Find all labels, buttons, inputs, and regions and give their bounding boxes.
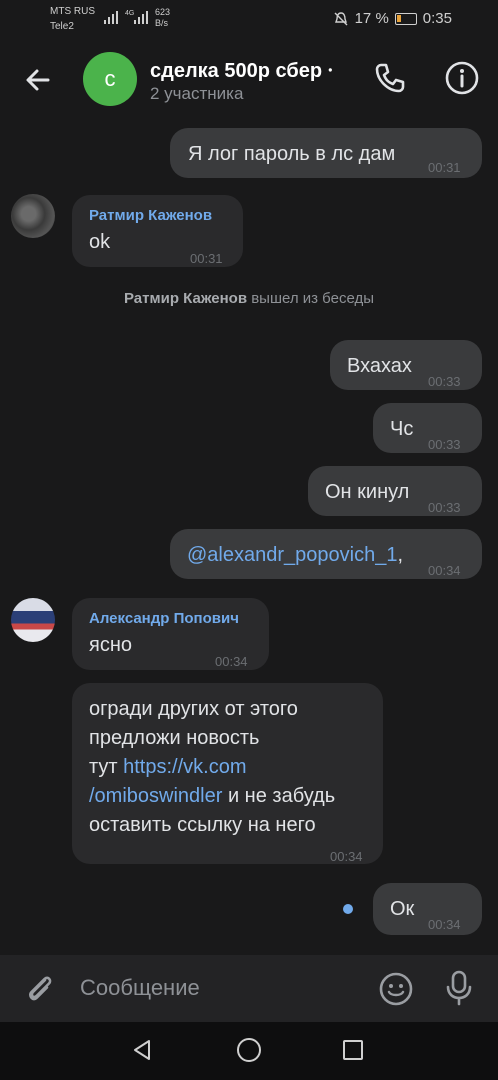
operator-2: Tele2 <box>50 21 74 32</box>
network-speed: 623 B/s <box>155 7 170 29</box>
mention-suffix: , <box>397 544 404 566</box>
message-bubble-incoming[interactable]: Ратмир Каженов ok 00:31 <box>72 195 243 267</box>
message-line: тут https://vk.com <box>89 753 335 782</box>
vk-link-path[interactable]: /omiboswindler <box>89 785 222 807</box>
message-time: 00:33 <box>428 437 461 452</box>
message-text: @alexandr_popovich_1, <box>187 541 403 570</box>
battery-percent: 17 % <box>354 10 389 27</box>
signal-icon <box>104 10 118 24</box>
message-bubble-outgoing[interactable]: Чс 00:33 <box>373 403 482 453</box>
network-type: 4G <box>125 10 135 17</box>
message-bubble-outgoing[interactable]: @alexandr_popovich_1, 00:34 <box>170 529 482 579</box>
status-right: 17 % 0:35 <box>333 10 452 27</box>
mute-icon <box>334 11 348 25</box>
message-text: ok <box>89 231 111 253</box>
message-bubble-incoming[interactable]: Александр Попович ясно 00:34 <box>72 598 269 670</box>
message-line: предложи новость <box>89 727 260 749</box>
message-bubble-outgoing[interactable]: Я лог пароль в лс дам 00:31 <box>170 128 482 178</box>
message-time: 00:33 <box>428 500 461 515</box>
message-time: 00:31 <box>190 251 223 266</box>
nav-back-icon[interactable] <box>130 1038 154 1062</box>
sender-name[interactable]: Ратмир Каженов <box>89 206 212 226</box>
message-text: ясно <box>89 634 132 656</box>
message-text: Вхахах <box>347 355 412 377</box>
operator-1: MTS RUS <box>50 6 95 17</box>
message-text: огради других от этого предложи новость … <box>89 695 335 840</box>
system-nav-bar <box>0 1022 498 1080</box>
message-bubble-outgoing[interactable]: Ок 00:34 <box>373 883 482 935</box>
message-time: 00:34 <box>330 849 363 864</box>
message-text: Чс <box>390 418 414 440</box>
vk-link[interactable]: https://vk.com <box>123 756 246 778</box>
mention-link[interactable]: @alexandr_popovich_1 <box>187 544 397 566</box>
speed-value: 623 <box>155 7 171 17</box>
message-time: 00:34 <box>428 917 461 932</box>
battery-icon <box>394 12 417 25</box>
message-bubble-outgoing[interactable]: Вхахах 00:33 <box>330 340 482 390</box>
nav-home-icon[interactable] <box>237 1038 261 1062</box>
clock: 0:35 <box>422 10 452 27</box>
chat-title[interactable]: сделка 500р сбер ⸱ <box>150 56 360 83</box>
sender-name[interactable]: Александр Попович <box>89 609 239 629</box>
message-time: 00:34 <box>428 563 461 578</box>
chat-header: с сделка 500р сбер ⸱ 2 участника <box>0 40 498 120</box>
message-text: Он кинул <box>325 481 410 503</box>
smile-icon[interactable] <box>378 971 414 1007</box>
message-fragment: и не забудь <box>222 785 336 807</box>
unread-dot <box>343 904 353 914</box>
chat-avatar[interactable]: с <box>83 52 137 106</box>
message-text: Я лог пароль в лс дам <box>188 143 396 165</box>
phone-icon[interactable] <box>372 60 408 96</box>
message-time: 00:33 <box>428 374 461 389</box>
message-time: 00:34 <box>215 654 248 669</box>
system-user-name[interactable]: Ратмир Каженов <box>124 290 247 307</box>
message-time: 00:31 <box>428 160 461 175</box>
system-text: вышел из беседы <box>247 290 374 307</box>
user-avatar[interactable] <box>11 194 55 238</box>
paperclip-icon[interactable] <box>22 971 56 1005</box>
message-text: Ок <box>390 898 415 920</box>
message-bubble-outgoing[interactable]: Он кинул 00:33 <box>308 466 482 516</box>
system-message: Ратмир Каженов вышел из беседы <box>0 290 498 307</box>
message-line: /omiboswindler и не забудь <box>89 782 335 811</box>
message-line: огради других от этого <box>89 698 298 720</box>
chat-members[interactable]: 2 участника <box>150 84 243 104</box>
back-arrow-icon[interactable] <box>22 64 54 96</box>
speed-unit: B/s <box>155 18 169 28</box>
signal-2-icon <box>134 10 148 24</box>
message-bubble-incoming[interactable]: огради других от этого предложи новость … <box>72 683 383 864</box>
status-bar: MTS RUS Tele2 4G 623 B/s 17 % 0:35 <box>0 0 498 38</box>
message-line: оставить ссылку на него <box>89 814 316 836</box>
message-fragment: тут <box>89 756 124 778</box>
message-input[interactable]: Сообщение <box>80 975 200 1001</box>
info-icon[interactable] <box>444 60 480 96</box>
nav-recents-icon[interactable] <box>343 1040 363 1060</box>
microphone-icon[interactable] <box>442 969 476 1007</box>
message-composer: Сообщение <box>0 955 498 1022</box>
user-avatar[interactable] <box>11 598 55 642</box>
